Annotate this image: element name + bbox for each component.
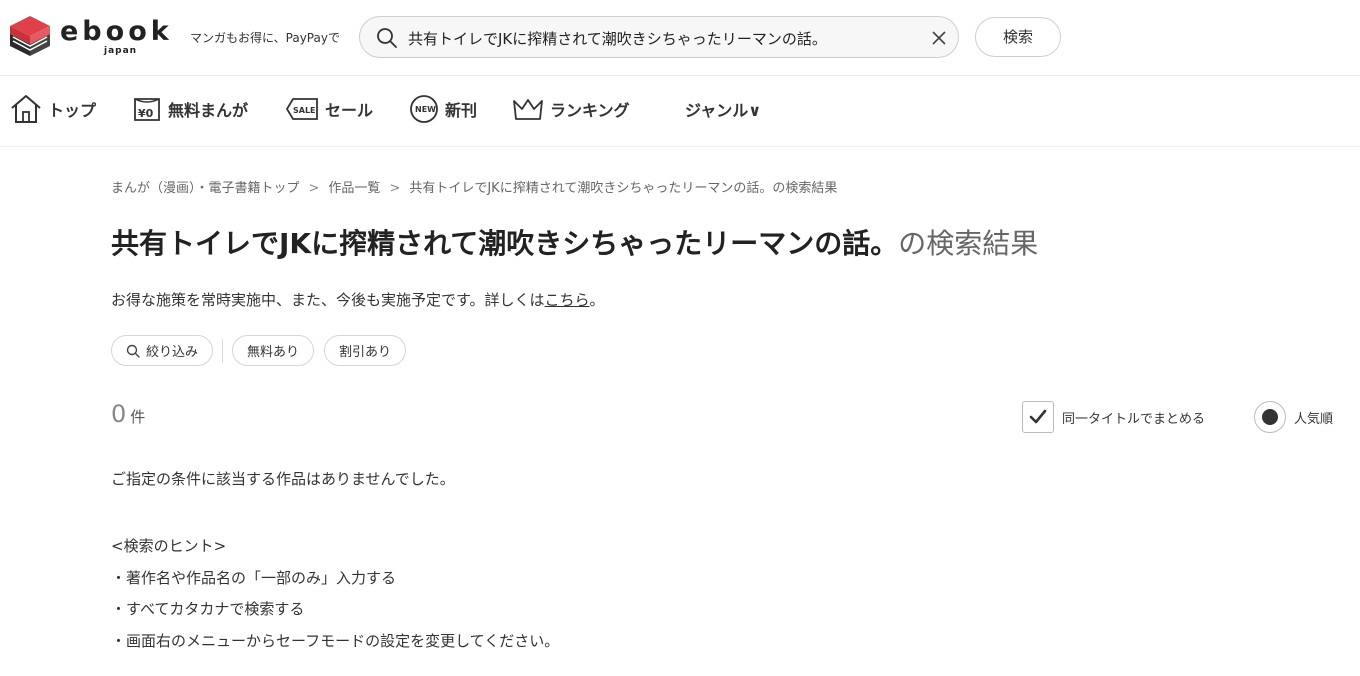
- ebookjapan-logo[interactable]: ebook japan: [8, 14, 178, 60]
- breadcrumb-current: 共有トイレでJKに搾精されて潮吹きシちゃったリーマンの話。の検索結果: [409, 181, 838, 196]
- search-bar[interactable]: 共有トイレでJKに搾精されて潮吹きシちゃったリーマンの話。: [359, 16, 959, 58]
- search-hints-title: <検索のヒント>: [111, 537, 227, 555]
- sort-label: 人気順: [1294, 411, 1334, 427]
- chip-label: 割引あり: [339, 345, 392, 360]
- nav-item-ranking[interactable]: ランキング: [512, 94, 630, 124]
- chip-label: 無料あり: [247, 345, 300, 360]
- site-header: ebook japan マンガもお得に、PayPayで 共有トイレでJKに搾精さ…: [0, 0, 1360, 76]
- svg-text:SALE: SALE: [293, 106, 316, 115]
- page-title: 共有トイレでJKに搾精されて潮吹きシちゃったリーマンの話。の検索結果: [111, 222, 1038, 262]
- search-button[interactable]: 検索: [975, 17, 1061, 57]
- nav-item-genre[interactable]: ジャンル∨: [685, 94, 761, 124]
- chip-label: 絞り込み: [146, 345, 199, 360]
- breadcrumb: まんが（漫画）・電子書籍トップ > 作品一覧 > 共有トイレでJKに搾精されて潮吹きシち…: [111, 177, 837, 196]
- nav-item-free-manga[interactable]: ¥0 無料まんが: [132, 94, 248, 124]
- filter-chips: 絞り込み 無料あり 割引あり: [111, 335, 407, 366]
- page-title-query: 共有トイレでJKに搾精されて潮吹きシちゃったリーマンの話。: [111, 227, 899, 260]
- nav-label: ランキング: [550, 101, 630, 120]
- promo-end: 。: [589, 291, 605, 309]
- search-hint-item: ・著作名や作品名の「一部のみ」入力する: [111, 568, 397, 587]
- yen-free-icon: ¥0: [134, 98, 160, 121]
- promo-notice: お得な施策を常時実施中、また、今後も実施予定です。詳しくはこちら。: [111, 289, 605, 310]
- result-count-number: 0: [111, 400, 127, 428]
- discount-filter-chip[interactable]: 割引あり: [324, 335, 407, 366]
- promo-link[interactable]: こちら: [545, 291, 590, 309]
- close-icon[interactable]: [930, 29, 948, 47]
- promo-text: お得な施策を常時実施中、また、今後も実施予定です。詳しくは: [111, 291, 545, 309]
- svg-text:NEW: NEW: [415, 105, 436, 114]
- narrow-filter-button[interactable]: 絞り込み: [111, 335, 214, 366]
- free-filter-chip[interactable]: 無料あり: [232, 335, 315, 366]
- logo-subtext: japan: [104, 46, 138, 56]
- search-input[interactable]: 共有トイレでJKに搾精されて潮吹きシちゃったリーマンの話。: [408, 28, 918, 49]
- breadcrumb-works-list[interactable]: 作品一覧: [328, 181, 380, 196]
- nav-label: 無料まんが: [168, 101, 249, 120]
- checkmark-icon: [1029, 409, 1047, 424]
- home-icon: [11, 95, 41, 123]
- chip-divider: [222, 338, 224, 363]
- search-hints: <検索のヒント> ・著作名や作品名の「一部のみ」入力する ・すべてカタカナで検索…: [111, 531, 559, 657]
- result-count-unit: 件: [130, 408, 146, 426]
- nav-item-top[interactable]: トップ: [10, 94, 96, 124]
- empty-results-message: ご指定の条件に該当する作品はありませんでした。: [111, 470, 455, 488]
- nav-label: トップ: [48, 101, 97, 120]
- book-logo-icon: [10, 16, 50, 56]
- search-hint-item: ・画面右のメニューからセーフモードの設定を変更してください。: [111, 631, 560, 650]
- nav-label: 新刊: [445, 101, 478, 120]
- search-icon: [377, 28, 397, 48]
- group-same-title-checkbox[interactable]: [1022, 401, 1054, 433]
- sort-popularity-option[interactable]: 人気順: [1254, 401, 1333, 433]
- result-count: 0件: [111, 400, 145, 428]
- crown-icon: [513, 99, 543, 120]
- nav-item-new[interactable]: NEW 新刊: [409, 94, 477, 124]
- page-title-suffix: の検索結果: [898, 227, 1039, 260]
- breadcrumb-separator: >: [308, 181, 320, 196]
- radio-selected-dot: [1262, 409, 1278, 425]
- nav-item-sale[interactable]: SALE セール: [285, 94, 373, 124]
- breadcrumb-home[interactable]: まんが（漫画）・電子書籍トップ: [111, 181, 300, 196]
- new-badge-icon: NEW: [410, 95, 438, 123]
- svg-text:¥0: ¥0: [138, 107, 154, 120]
- sale-tag-icon: SALE: [285, 98, 318, 120]
- logo-wordmark: ebook: [60, 16, 173, 47]
- main-nav: トップ ¥0 無料まんが SALE セール NEW 新刊 ランキング ジャンル∨: [0, 77, 1360, 147]
- breadcrumb-separator: >: [389, 181, 401, 196]
- search-icon: [126, 344, 140, 358]
- header-tagline: マンガもお得に、PayPayで: [190, 31, 340, 45]
- search-hint-item: ・すべてカタカナで検索する: [111, 600, 305, 618]
- sort-radio[interactable]: [1254, 401, 1286, 433]
- group-same-title-toggle[interactable]: 同一タイトルでまとめる: [1022, 401, 1205, 433]
- nav-label: セール: [325, 101, 374, 120]
- group-same-title-label: 同一タイトルでまとめる: [1062, 411, 1206, 427]
- nav-label: ジャンル∨: [685, 101, 762, 120]
